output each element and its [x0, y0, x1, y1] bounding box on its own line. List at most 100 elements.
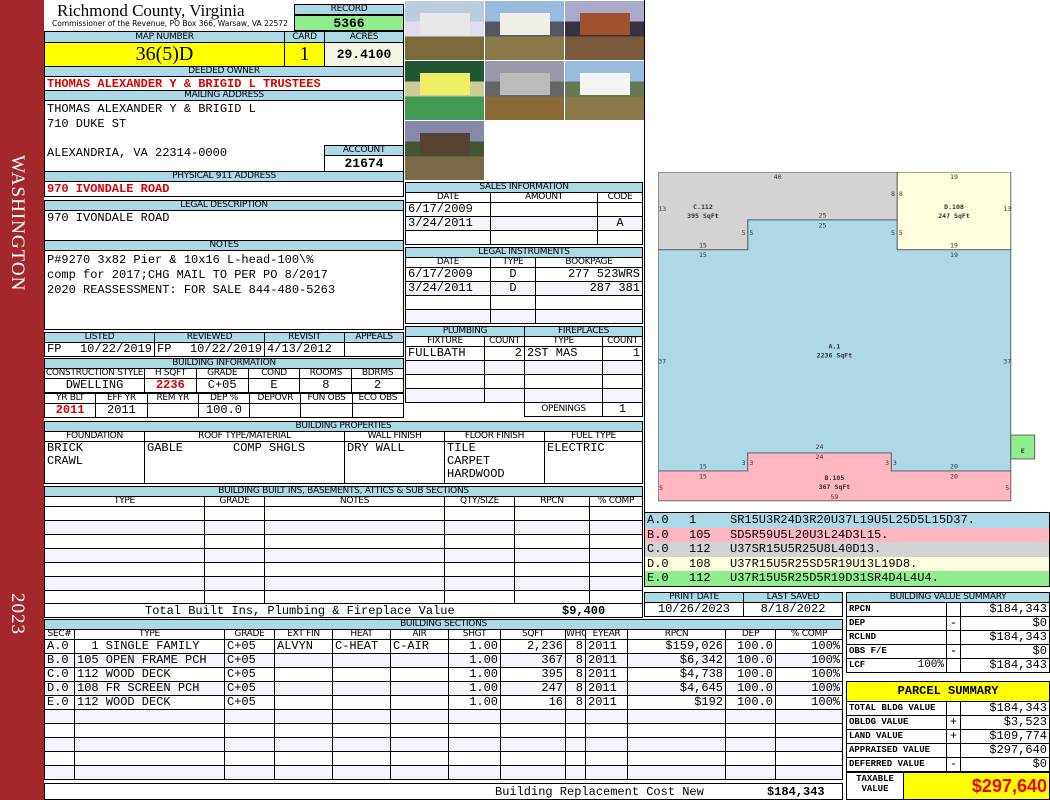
property-photo[interactable]	[405, 121, 484, 180]
roof-label: ROOF TYPE/MATERIAL	[144, 431, 345, 442]
sketch-code-row[interactable]: A.0 1 SR15U3R24D3R20U37L19U5L25D5L15D37.	[645, 513, 1049, 528]
section-row: C.0 112 WOOD DECK C+05 1.00 395 8 2011 $4,738 10…	[44, 667, 843, 682]
column-header: GRADE	[195, 368, 249, 379]
column-header: EXT FIN	[274, 629, 333, 640]
table-cell	[204, 534, 265, 549]
property-photo[interactable]	[485, 1, 564, 60]
column-header: YR BLT	[43, 393, 97, 404]
table-cell	[585, 723, 628, 738]
column-header: COUNT	[484, 336, 525, 347]
table-cell: 2	[484, 346, 525, 361]
sketch-codes: A.0 1 SR15U3R24D3R20U37L19U5L25D5L15D37. B.…	[644, 512, 1050, 587]
table-cell	[44, 548, 205, 563]
column-header: TYPE	[44, 496, 205, 507]
column-header: SQFT	[500, 629, 566, 640]
column-header: TYPE	[490, 257, 536, 268]
table-cell	[390, 709, 449, 724]
table-cell: 1.00	[448, 681, 501, 696]
fireplace-row	[524, 360, 643, 375]
summary-sign: -	[946, 644, 961, 659]
summary-sign: -	[946, 616, 961, 631]
sketch-code-row[interactable]: B.0 105 SD5R59U5L20U3L24D3L15.	[645, 527, 1049, 543]
table-cell: 100%	[775, 681, 843, 696]
table-cell	[390, 737, 449, 752]
table-cell	[332, 723, 391, 738]
last-saved-label: LAST SAVED	[743, 592, 843, 603]
table-cell: D.0	[44, 681, 75, 696]
table-cell: E.0	[44, 695, 75, 710]
column-header: ECO OBS	[351, 393, 405, 404]
table-cell: $192	[627, 695, 726, 710]
table-cell	[565, 723, 586, 738]
table-cell: 1.00	[448, 639, 501, 654]
table-cell: $159,026	[627, 639, 726, 654]
property-photo[interactable]	[565, 61, 644, 120]
taxable-value: $297,640	[903, 773, 1049, 799]
column-header: COUNT	[602, 336, 643, 347]
sketch-code-row[interactable]: E.0 112 U37R15U5R25D5R19D31SR4D4L4U4.	[645, 571, 1049, 586]
table-cell: 2ST MAS	[524, 346, 603, 361]
parcel-summary: TOTAL BLDG VALUE $184,343 OBLDG VALUE + $3,5…	[846, 701, 1050, 772]
foundation: BRICK CRAWL	[44, 441, 145, 484]
column-header: SHGT	[448, 629, 501, 640]
table-cell: 1.00	[448, 653, 501, 668]
table-cell	[725, 751, 776, 766]
summary-sign	[946, 658, 961, 673]
section-code: 112	[689, 571, 711, 586]
section-row	[44, 765, 843, 780]
table-cell: B.0	[44, 653, 75, 668]
account-number: 21674	[324, 155, 404, 172]
listed-date: 10/22/2019	[79, 342, 152, 356]
sketch-code-row[interactable]: C.0 112 U37SR15U5R25U8L40D13.	[645, 542, 1049, 557]
column-header: BDRMS	[351, 368, 404, 379]
table-cell	[589, 548, 643, 563]
table-cell	[535, 309, 643, 324]
dimension-label: 5	[891, 229, 895, 237]
table-cell	[332, 653, 391, 668]
table-cell	[585, 737, 628, 752]
summary-sign: -	[946, 757, 961, 772]
section-row: D.0 108 FR SCREEN PCH C+05 1.00 247 8 2011 $4,6…	[44, 681, 843, 696]
sections-total-row: Building Replacement Cost New $184,343	[44, 783, 843, 800]
table-cell	[204, 576, 265, 591]
sketch-code-row[interactable]: D.0 108 U37R15U5R25SD5R19U13L19D8.	[645, 556, 1049, 572]
table-cell: C+05	[224, 667, 275, 682]
table-cell	[44, 751, 75, 766]
summary-value: $3,523	[960, 715, 1050, 730]
table-cell	[224, 709, 275, 724]
dimension-label: 3	[749, 459, 753, 467]
table-cell: C+05	[224, 653, 275, 668]
table-cell	[597, 230, 643, 245]
property-photo[interactable]	[565, 1, 644, 60]
builtin-row	[44, 506, 643, 521]
table-cell: D	[490, 267, 536, 282]
table-cell	[44, 520, 205, 535]
photo-gallery	[404, 0, 644, 180]
table-cell	[514, 506, 590, 521]
table-cell	[602, 374, 643, 389]
table-cell	[44, 765, 75, 780]
openings-value: 1	[602, 402, 643, 417]
plumbing-row	[405, 388, 525, 403]
house-shape	[580, 73, 630, 95]
table-cell: C.0	[44, 667, 75, 682]
parcel-ids: MAP NUMBER CARD ACRES 36(5)D 1 29.4100	[44, 31, 404, 67]
table-cell: $4,738	[627, 667, 726, 682]
property-photo[interactable]	[405, 1, 484, 60]
column-header: CODE	[597, 192, 643, 203]
table-cell	[448, 709, 501, 724]
table-cell: ALVYN	[274, 639, 333, 654]
sketch-vector: SD5R59U5L20U3L24D3L15.	[730, 527, 889, 542]
section-row	[44, 737, 843, 752]
column-header: QTY/SIZE	[444, 496, 515, 507]
table-cell	[44, 506, 205, 521]
property-photo[interactable]	[405, 61, 484, 120]
property-photo[interactable]	[485, 61, 564, 120]
table-cell	[490, 216, 598, 231]
table-cell: $6,342	[627, 653, 726, 668]
table-cell: 367	[500, 653, 566, 668]
table-cell: 8	[565, 695, 586, 710]
section-id: C.0	[647, 542, 669, 557]
table-cell	[74, 723, 225, 738]
plumbing-table: FIXTURE COUNT FULLBATH 2	[405, 336, 525, 403]
